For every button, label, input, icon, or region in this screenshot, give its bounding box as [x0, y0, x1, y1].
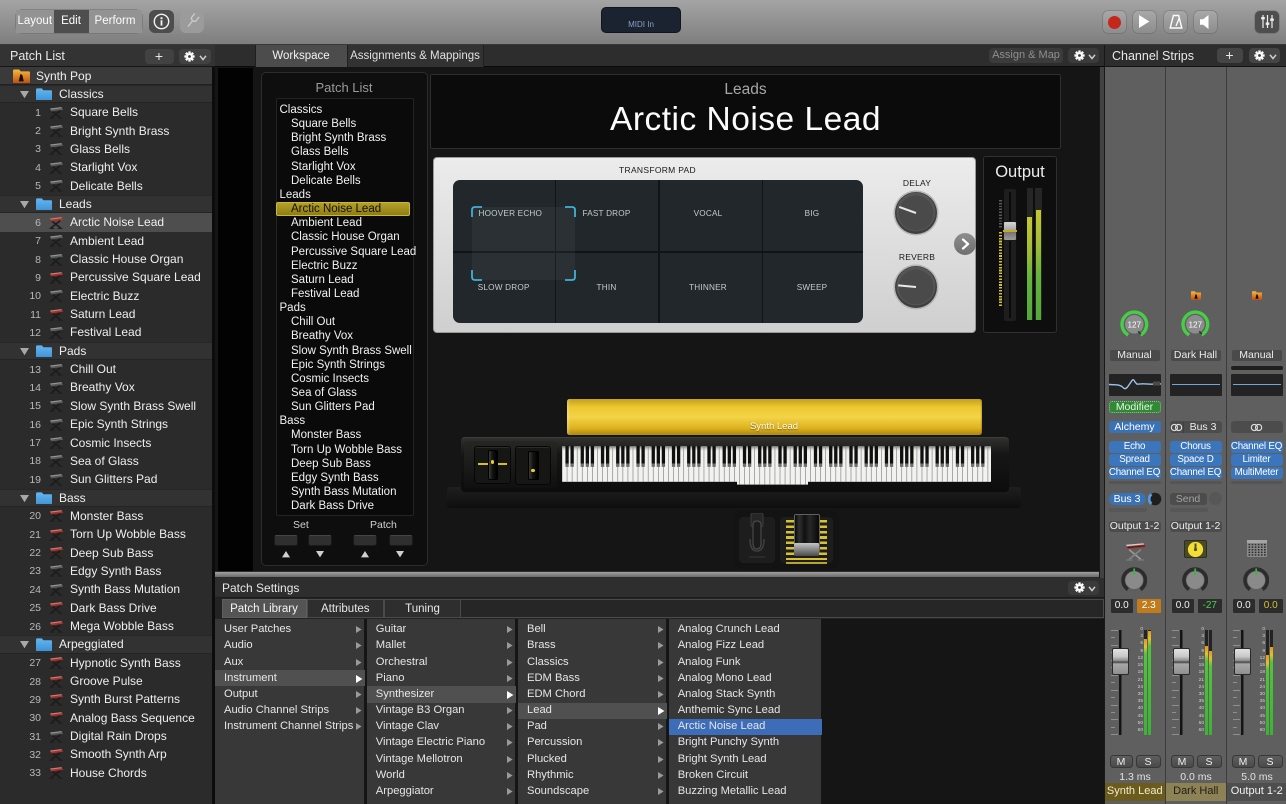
svg-text:127: 127 — [1189, 320, 1203, 329]
svg-text:127: 127 — [1128, 320, 1142, 329]
